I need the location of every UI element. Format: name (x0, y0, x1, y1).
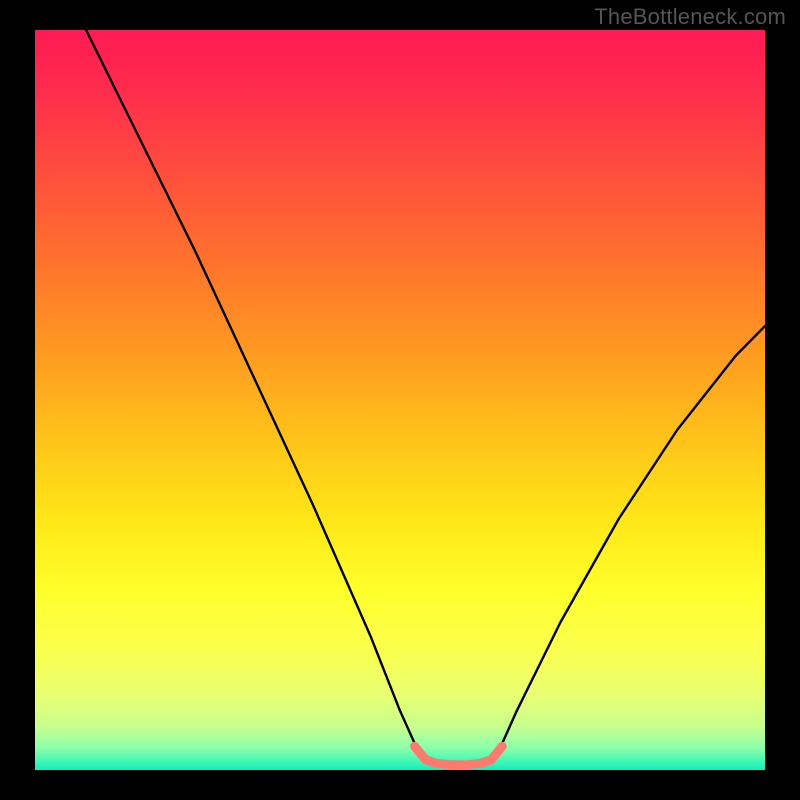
watermark-text: TheBottleneck.com (594, 4, 786, 30)
main-curve-path (86, 30, 765, 766)
highlight-curve-path (415, 746, 503, 765)
curve-overlay (35, 30, 765, 770)
chart-plot-area (35, 30, 765, 770)
